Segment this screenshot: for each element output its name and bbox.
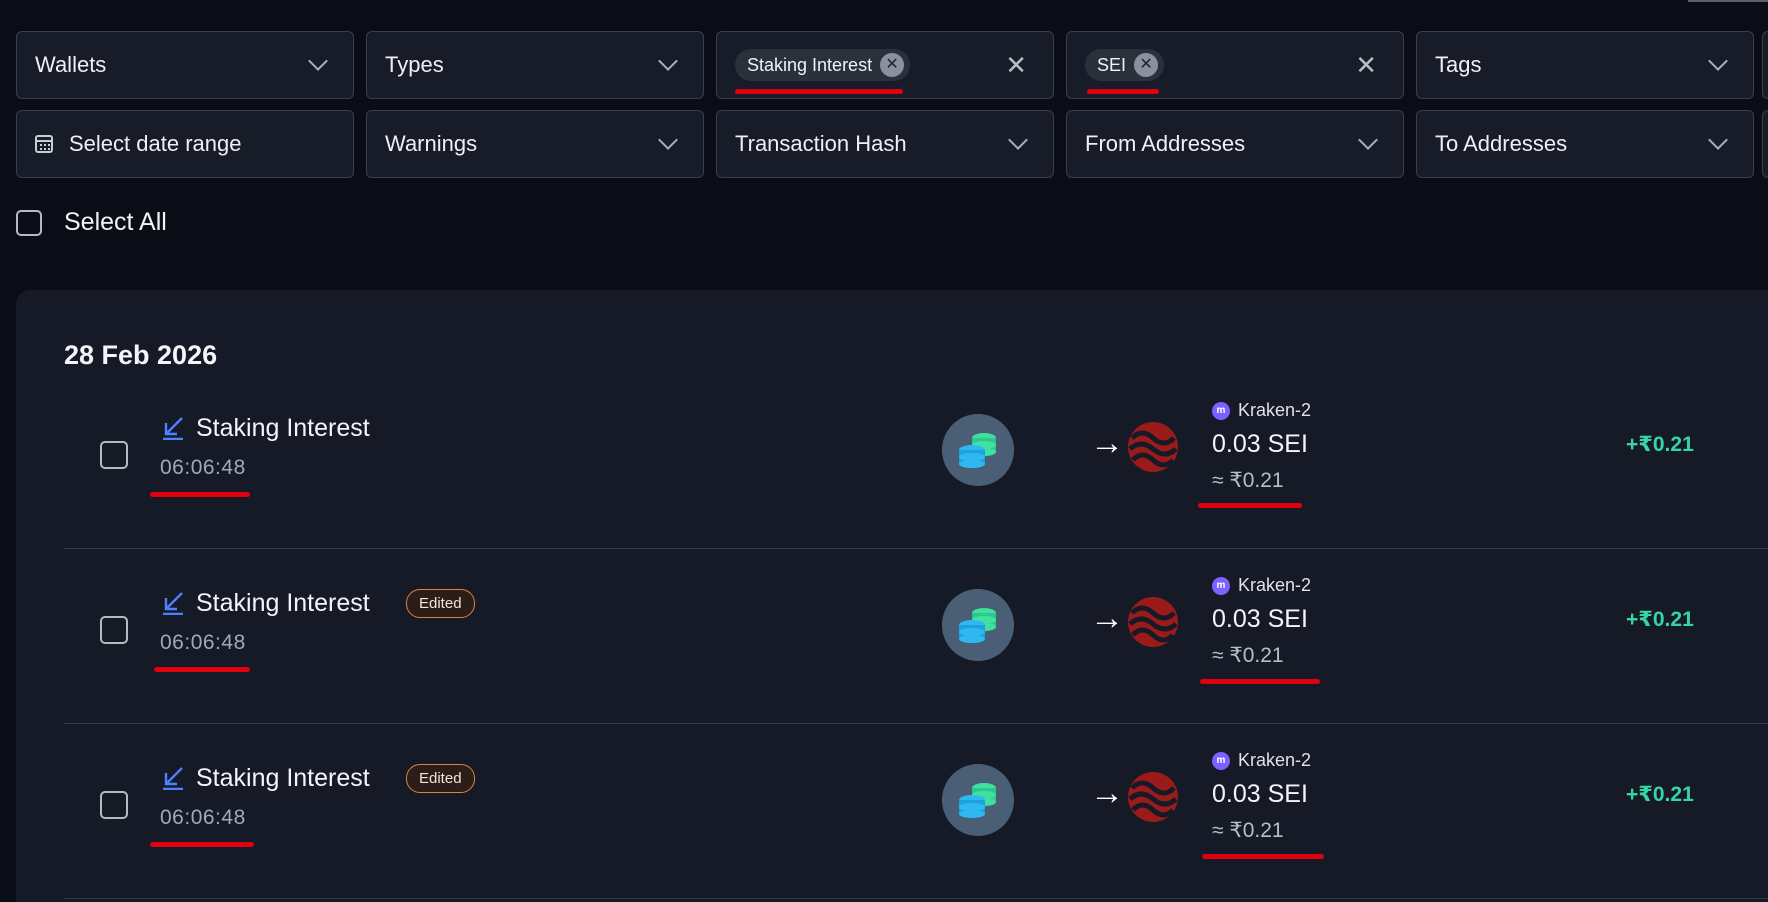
transaction-type: Staking Interest [196,589,370,617]
incoming-arrow-icon [163,767,183,790]
incoming-arrow-icon [163,592,183,615]
wallets-filter-label: Wallets [35,52,107,77]
kraken-icon: m [1212,401,1230,420]
transaction-type: Staking Interest [196,764,370,792]
crypto-amount: 0.03 SEI [1212,430,1308,458]
annotation-underline [1202,854,1324,859]
flow-arrow-icon: → [1090,774,1124,812]
asset-selection-filter[interactable]: SEI ✕ ✕ [1066,31,1404,99]
group-date-heading: 28 Feb 2026 [64,340,218,370]
clear-selection-icon[interactable]: ✕ [1355,50,1377,81]
filter-row-2: Select date range Warnings Transaction H… [16,110,1754,178]
types-filter-label: Types [385,52,444,77]
gain-value: +₹0.21 [1626,433,1694,456]
transaction-hash-label: Transaction Hash [735,131,907,156]
gain-value: +₹0.21 [1626,608,1694,631]
table-row[interactable]: Staking Interest Edited 06:06:48 → m Kra… [64,724,1768,899]
annotation-underline [150,842,254,847]
chevron-down-icon [658,51,678,71]
sei-token-icon [1128,422,1178,472]
chevron-down-icon [1708,51,1728,71]
incoming-arrow-icon [163,417,183,440]
date-range-filter[interactable]: Select date range [16,110,354,178]
types-filter[interactable]: Types [366,31,704,99]
fiat-value: ≈ ₹0.21 [1212,469,1284,492]
edited-badge: Edited [406,589,475,618]
select-all-label: Select All [64,208,167,236]
row-checkbox[interactable] [100,616,128,644]
chevron-down-icon [1008,130,1028,150]
warnings-filter[interactable]: Warnings [366,110,704,178]
wallet-label: m Kraken-2 [1212,400,1311,421]
chevron-down-icon [1708,130,1728,150]
transaction-time: 06:06:48 [160,456,246,479]
chip-label: Staking Interest [747,54,873,75]
coins-stack-icon [942,414,1014,486]
annotation-underline [154,667,250,672]
annotation-underline [1200,679,1320,684]
to-addresses-filter[interactable]: To Addresses [1416,110,1754,178]
row-checkbox[interactable] [100,791,128,819]
select-all-checkbox[interactable] [16,209,42,236]
wallet-name: Kraken-2 [1238,575,1312,595]
wallet-label: m Kraken-2 [1212,750,1311,771]
chip-label: SEI [1097,54,1127,75]
to-addresses-label: To Addresses [1435,131,1568,156]
table-row[interactable]: Staking Interest 06:06:48 → m Kraken-2 0… [64,374,1768,549]
wallet-name: Kraken-2 [1238,400,1312,420]
annotation-underline [1087,89,1159,94]
fiat-value: ≈ ₹0.21 [1212,644,1284,667]
select-all-control[interactable]: Select All [16,208,167,237]
calendar-icon [35,135,53,153]
annotation-underline [735,89,903,94]
chevron-down-icon [308,51,328,71]
clear-selection-icon[interactable]: ✕ [1005,50,1027,81]
date-range-label: Select date range [69,131,242,156]
tags-filter-label: Tags [1435,52,1482,77]
annotation-underline [1198,503,1302,508]
type-selection-filter[interactable]: Staking Interest ✕ ✕ [716,31,1054,99]
warnings-filter-label: Warnings [385,131,478,156]
wallet-label: m Kraken-2 [1212,575,1311,596]
chip-container: SEI ✕ [1085,49,1355,94]
filter-row-1: Wallets Types Staking Interest ✕ ✕ SEI ✕ [16,31,1754,99]
transaction-type: Staking Interest [196,414,370,442]
remove-chip-icon[interactable]: ✕ [1134,53,1159,77]
coins-stack-icon [942,764,1014,836]
transaction-time: 06:06:48 [160,631,246,654]
sei-token-icon [1128,597,1178,647]
transaction-hash-filter[interactable]: Transaction Hash [716,110,1054,178]
row-checkbox[interactable] [100,441,128,469]
chip-container: Staking Interest ✕ [735,49,1005,94]
flow-arrow-icon: → [1090,599,1124,637]
selected-chip-staking-interest: Staking Interest ✕ [735,49,911,81]
selected-chip-sei: SEI ✕ [1085,49,1165,81]
from-addresses-label: From Addresses [1085,131,1246,156]
crypto-amount: 0.03 SEI [1212,780,1308,808]
table-row[interactable]: Staking Interest Edited 06:06:48 → m Kra… [64,549,1768,724]
kraken-icon: m [1212,576,1230,595]
chevron-down-icon [1358,130,1378,150]
top-edge-marker [1688,0,1768,2]
coins-stack-icon [942,589,1014,661]
chevron-down-icon [658,130,678,150]
wallets-filter[interactable]: Wallets [16,31,354,99]
transactions-page: Wallets Types Staking Interest ✕ ✕ SEI ✕ [0,0,1768,902]
crypto-amount: 0.03 SEI [1212,605,1308,633]
tags-filter[interactable]: Tags [1416,31,1754,99]
gain-value: +₹0.21 [1626,783,1694,806]
transactions-panel: 28 Feb 2026 Staking Interest 06:06:48 → … [16,290,1768,902]
transaction-time: 06:06:48 [160,806,246,829]
edited-badge: Edited [406,764,475,793]
wallet-name: Kraken-2 [1238,750,1312,770]
kraken-icon: m [1212,751,1230,770]
fiat-value: ≈ ₹0.21 [1212,819,1284,842]
sei-token-icon [1128,772,1178,822]
flow-arrow-icon: → [1090,424,1124,462]
annotation-underline [150,492,250,497]
overflow-filter-edge [1762,31,1768,99]
from-addresses-filter[interactable]: From Addresses [1066,110,1404,178]
overflow-filter-edge [1762,110,1768,178]
remove-chip-icon[interactable]: ✕ [880,53,905,77]
